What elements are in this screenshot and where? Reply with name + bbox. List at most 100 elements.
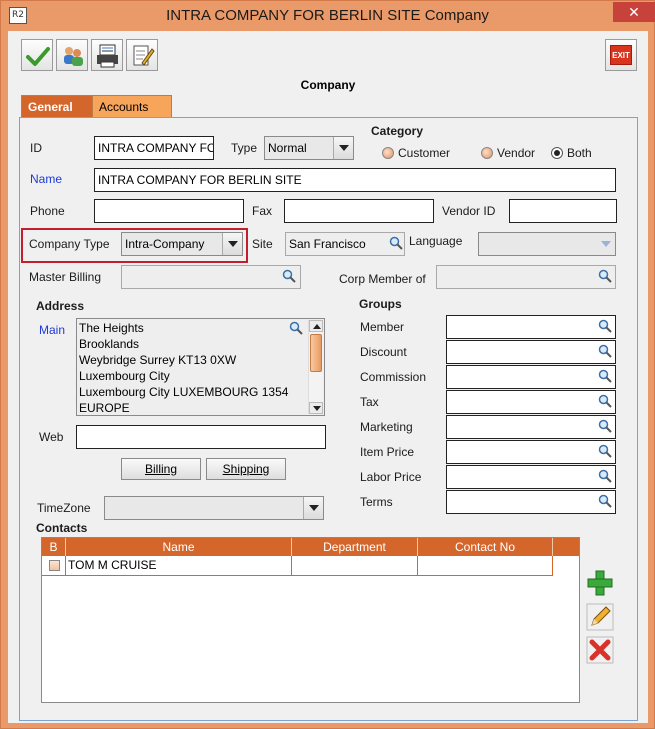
scroll-thumb[interactable] [310, 334, 322, 372]
column-header-b[interactable]: B [42, 538, 66, 556]
notes-button[interactable] [126, 39, 158, 71]
chevron-down-icon[interactable] [333, 137, 353, 159]
id-label: ID [30, 141, 42, 155]
group-terms-field[interactable] [446, 490, 616, 514]
main-address-label[interactable]: Main [39, 323, 65, 337]
phone-label: Phone [30, 204, 65, 218]
close-button[interactable]: ✕ [613, 2, 655, 22]
category-customer-label: Customer [398, 146, 451, 160]
category-customer-radio[interactable] [382, 147, 394, 159]
id-field[interactable]: INTRA COMPANY FOR BERLIN SITE [94, 136, 214, 160]
group-item-price-field[interactable] [446, 440, 616, 464]
search-icon[interactable] [598, 394, 612, 408]
general-panel: ID INTRA COMPANY FOR BERLIN SITE Type No… [19, 117, 638, 721]
category-vendor-label: Vendor [497, 146, 536, 160]
scroll-down-icon[interactable] [309, 402, 323, 414]
column-header-department[interactable]: Department [292, 538, 418, 556]
group-terms-label: Terms [360, 495, 393, 509]
group-item-price-label: Item Price [360, 445, 415, 459]
category-both-radio[interactable] [551, 147, 563, 159]
web-label: Web [39, 430, 64, 444]
add-contact-button[interactable] [586, 569, 614, 597]
groups-label: Groups [359, 297, 402, 311]
category-both-label: Both [567, 146, 592, 160]
contacts-table: B Name Department Contact No TOM M CRUIS… [41, 537, 580, 703]
search-icon[interactable] [598, 269, 612, 283]
search-icon[interactable] [598, 319, 612, 333]
printer-icon [97, 44, 118, 68]
save-button[interactable] [21, 39, 53, 71]
company-type-label: Company Type [29, 237, 110, 251]
contact-number-cell [418, 556, 553, 575]
chevron-down-icon[interactable] [595, 233, 615, 255]
group-marketing-label: Marketing [360, 420, 413, 434]
column-header-name[interactable]: Name [66, 538, 292, 556]
search-icon[interactable] [598, 469, 612, 483]
row-checkbox[interactable] [49, 560, 60, 571]
row-checkbox-cell [42, 556, 66, 575]
group-discount-label: Discount [360, 345, 407, 359]
exit-button[interactable]: EXIT [605, 39, 637, 71]
search-icon[interactable] [598, 419, 612, 433]
timezone-select[interactable] [104, 496, 324, 520]
chevron-down-icon[interactable] [303, 497, 323, 519]
category-vendor-radio[interactable] [481, 147, 493, 159]
company-type-select[interactable]: Intra-Company [121, 232, 243, 256]
group-tax-field[interactable] [446, 390, 616, 414]
search-icon[interactable] [598, 444, 612, 458]
scroll-up-icon[interactable] [309, 320, 323, 332]
contact-department-cell [292, 556, 418, 575]
address-label: Address [36, 299, 85, 313]
name-field[interactable]: INTRA COMPANY FOR BERLIN SITE [94, 168, 616, 192]
category-label: Category [371, 124, 424, 138]
search-icon[interactable] [282, 269, 296, 283]
title-bar: R2 INTRA COMPANY FOR BERLIN SITE Company… [1, 1, 655, 31]
main-address-field[interactable]: The Heights Brooklands Weybridge Surrey … [76, 318, 325, 416]
name-label[interactable]: Name [30, 172, 62, 186]
edit-notes-icon [133, 45, 155, 66]
master-billing-field[interactable] [121, 265, 301, 289]
checkmark-icon [26, 47, 50, 66]
column-header-contact-no[interactable]: Contact No [418, 538, 553, 556]
group-member-field[interactable] [446, 315, 616, 339]
type-select[interactable]: Normal [264, 136, 354, 160]
phone-field[interactable] [94, 199, 244, 223]
tab-general[interactable]: General [21, 95, 93, 117]
search-icon[interactable] [289, 321, 303, 335]
group-commission-label: Commission [360, 370, 427, 384]
group-member-label: Member [360, 320, 405, 334]
group-discount-field[interactable] [446, 340, 616, 364]
search-icon[interactable] [598, 369, 612, 383]
print-button[interactable] [91, 39, 123, 71]
fax-label: Fax [252, 204, 273, 218]
chevron-down-icon[interactable] [222, 233, 242, 255]
contact-name-cell: TOM M CRUISE [66, 556, 292, 575]
site-field[interactable]: San Francisco [285, 232, 405, 256]
search-icon[interactable] [598, 494, 612, 508]
language-select[interactable] [478, 232, 616, 256]
address-scrollbar[interactable] [308, 320, 323, 414]
table-row[interactable]: TOM M CRUISE [42, 556, 553, 576]
delete-contact-button[interactable] [586, 636, 614, 664]
group-commission-field[interactable] [446, 365, 616, 389]
vendor-id-field[interactable] [509, 199, 617, 223]
contacts-button[interactable] [56, 39, 88, 71]
search-icon[interactable] [389, 236, 403, 250]
group-marketing-field[interactable] [446, 415, 616, 439]
vendor-id-label: Vendor ID [442, 204, 496, 218]
contacts-label: Contacts [36, 521, 88, 535]
address-line: EUROPE [79, 401, 130, 415]
corp-member-field[interactable] [436, 265, 616, 289]
address-line: Weybridge Surrey KT13 0XW [79, 353, 237, 367]
edit-contact-button[interactable] [586, 603, 614, 631]
tab-accounts[interactable]: Accounts [92, 95, 172, 117]
billing-button[interactable]: Billing [121, 458, 201, 480]
group-tax-label: Tax [360, 395, 379, 409]
search-icon[interactable] [598, 344, 612, 358]
shipping-button[interactable]: Shipping [206, 458, 286, 480]
company-type-value: Intra-Company [125, 237, 205, 251]
web-field[interactable] [76, 425, 326, 449]
group-labor-price-field[interactable] [446, 465, 616, 489]
fax-field[interactable] [284, 199, 434, 223]
address-line: Brooklands [79, 337, 140, 351]
